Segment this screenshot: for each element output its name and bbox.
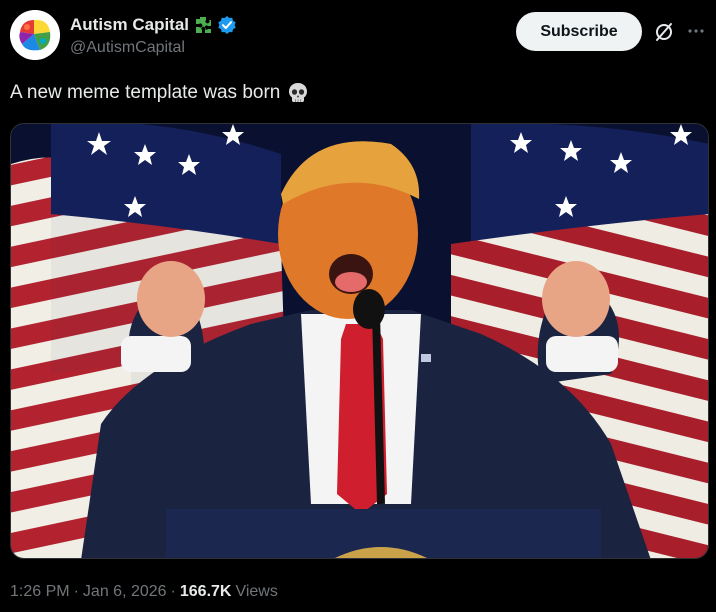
tweet-date[interactable]: Jan 6, 2026 [83, 583, 167, 601]
tweet-meta: 1:26 PM · Jan 6, 2026 · 166.7K Views [10, 583, 278, 601]
speaker-at-podium-image [11, 124, 708, 558]
grok-icon[interactable] [654, 22, 674, 42]
author-names: Autism Capital @AutismCapital [70, 14, 237, 57]
tweet-time[interactable]: 1:26 PM [10, 583, 70, 601]
tweet-header: Autism Capital @AutismCapital Subscribe [10, 10, 706, 62]
green-puzzle-icon [193, 15, 213, 35]
tweet-media[interactable] [10, 123, 709, 559]
subscribe-button[interactable]: Subscribe [516, 12, 642, 51]
puzzle-brain-avatar-icon[interactable] [10, 10, 60, 60]
views-count[interactable]: 166.7K [180, 583, 232, 601]
views-label: Views [235, 583, 278, 600]
verified-badge-icon[interactable] [217, 15, 237, 35]
meta-separator: · [73, 583, 79, 600]
author-handle[interactable]: @AutismCapital [70, 39, 237, 57]
display-name-row: Autism Capital [70, 14, 237, 36]
tweet-text: A new meme template was born [10, 82, 281, 103]
skull-emoji-icon [286, 81, 310, 105]
tweet-body: A new meme template was born [10, 81, 310, 105]
meta-separator: · [170, 583, 176, 600]
author-display-name[interactable]: Autism Capital [70, 15, 189, 35]
more-dots-icon[interactable] [686, 21, 706, 41]
